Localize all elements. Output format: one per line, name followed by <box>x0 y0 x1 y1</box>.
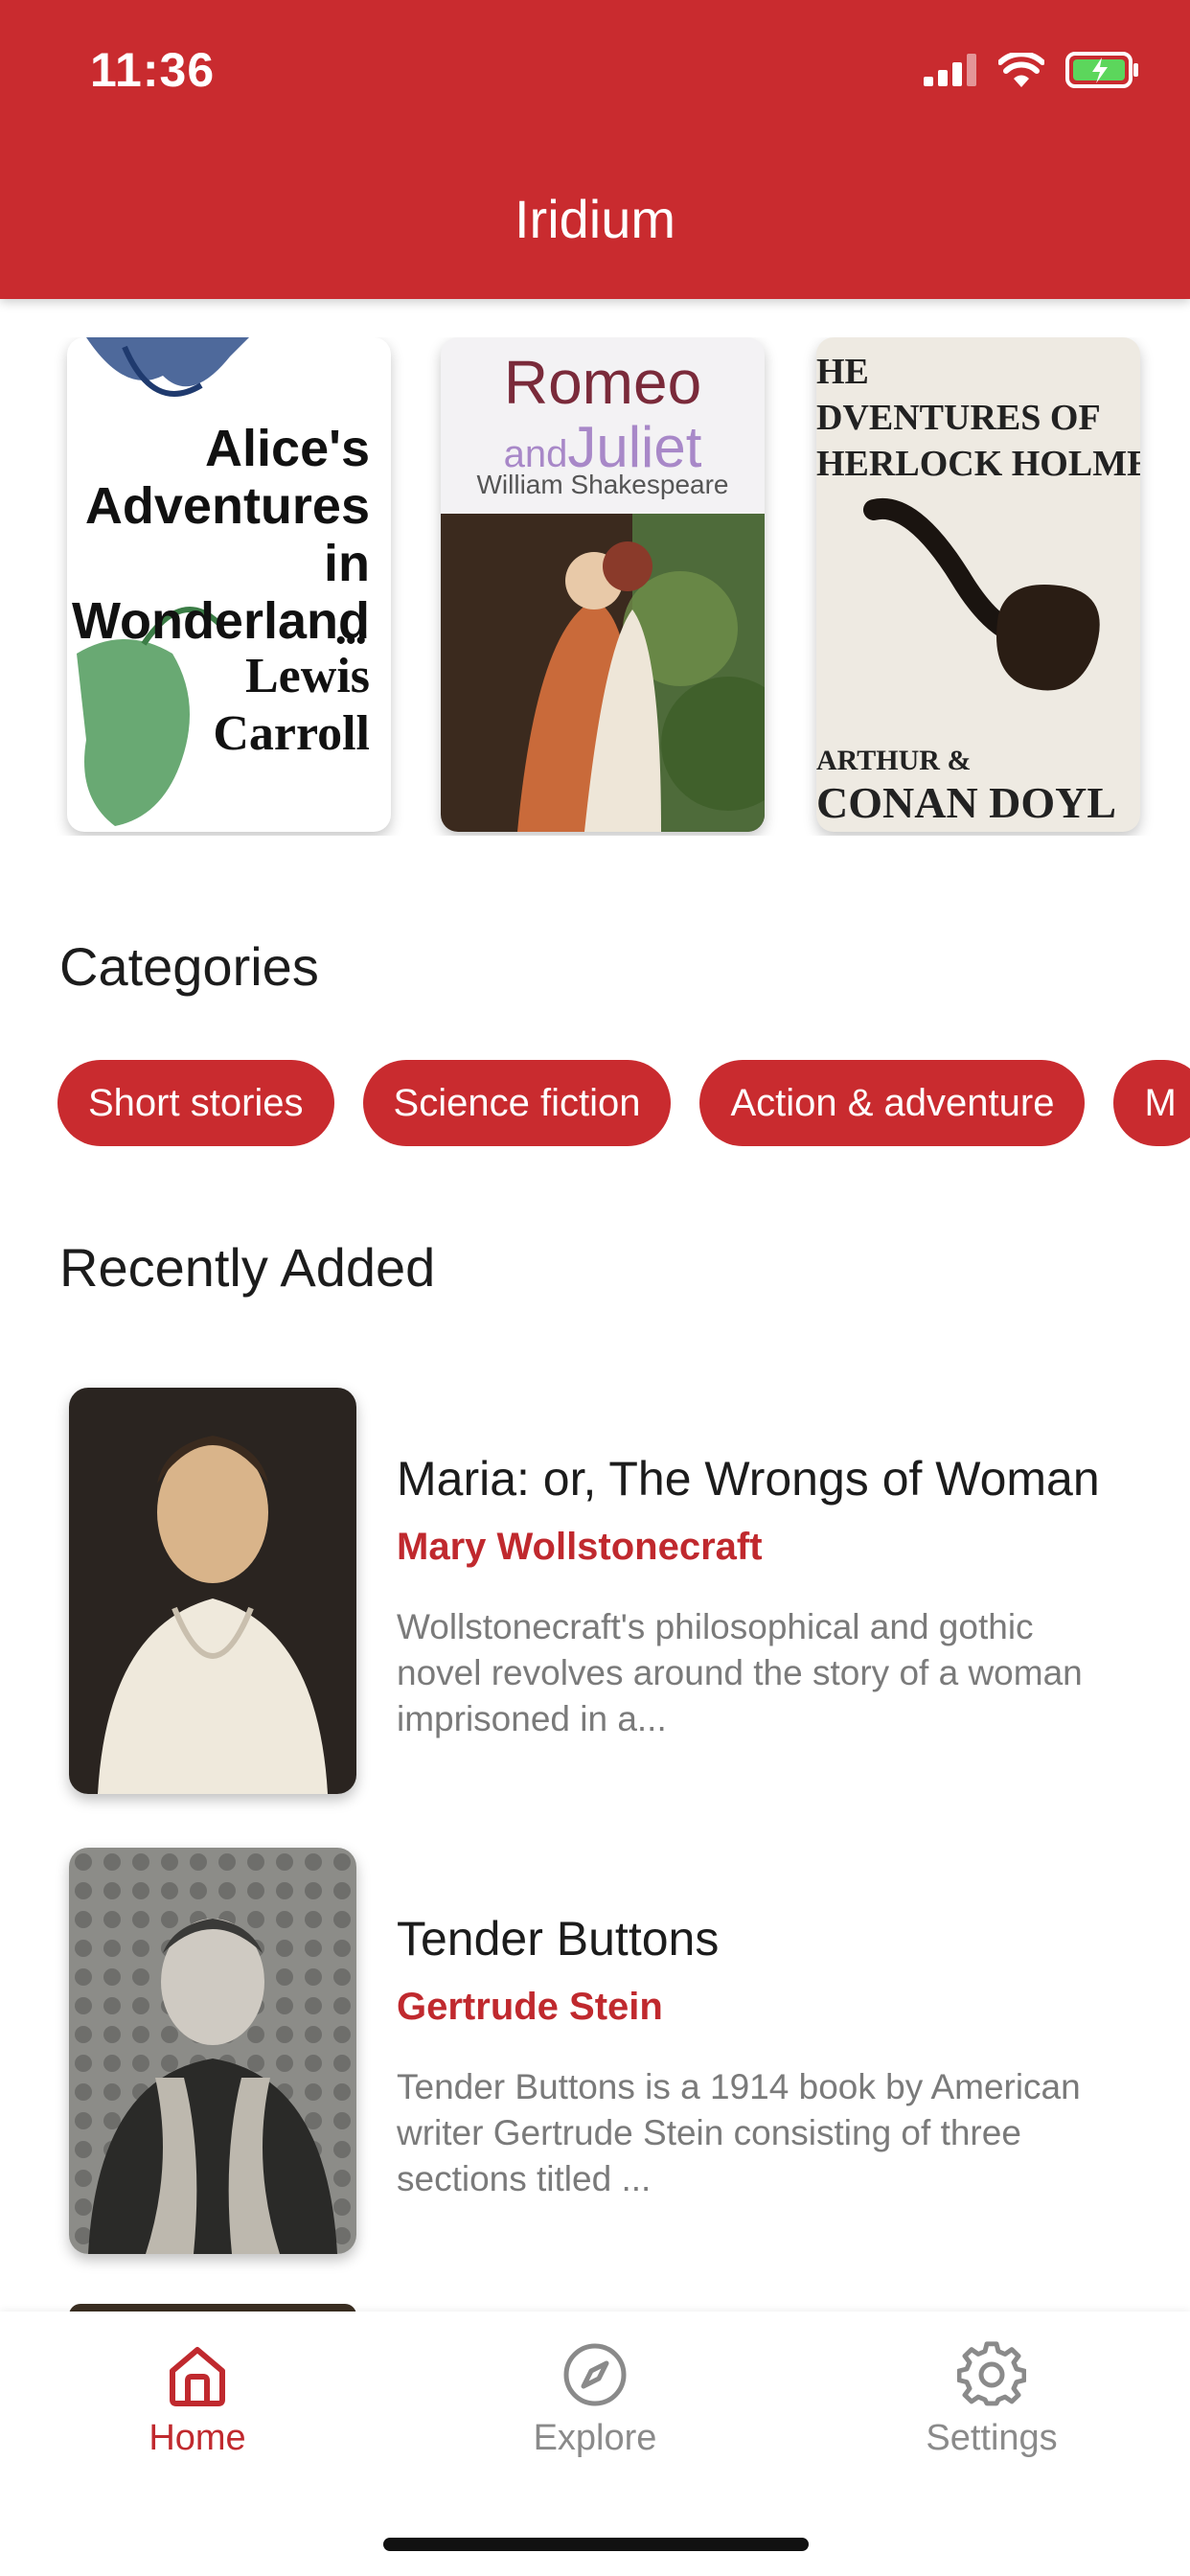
alice-cover-title: Alice's Adventures in Wonderland <box>67 420 370 650</box>
status-time: 11:36 <box>90 43 216 97</box>
category-chip-science-fiction[interactable]: Science fiction <box>362 1060 672 1146</box>
featured-books-carousel[interactable]: Alice's Adventures in Wonderland ••• Lew… <box>0 337 1190 836</box>
book-cover-romeo-juliet[interactable]: Romeo andJuliet William Shakespeare <box>441 337 765 832</box>
nav-home-label: Home <box>149 2418 246 2458</box>
nav-explore-label: Explore <box>533 2418 657 2458</box>
sherlock-author-line: ARTHUR & <box>816 745 972 776</box>
nav-explore[interactable]: Explore <box>451 2340 739 2459</box>
book-title[interactable]: Tender Buttons <box>397 1911 719 1966</box>
compass-icon <box>563 2343 627 2406</box>
bottom-navigation: Home Explore Settings <box>0 2312 1190 2576</box>
alice-cover-author: Lewis Carroll <box>213 648 370 763</box>
battery-charging-icon <box>1065 52 1138 88</box>
sherlock-title-line: DVENTURES OF <box>816 398 1101 438</box>
book-author: Gertrude Stein <box>397 1986 663 2028</box>
pipe-illustration <box>863 497 1100 691</box>
book-author: Mary Wollstonecraft <box>397 1526 763 1568</box>
alice-title-line: Adventures in <box>84 477 370 592</box>
book-thumbnail[interactable] <box>69 1388 356 1794</box>
portrait-image <box>69 1848 356 2254</box>
category-chip-more[interactable]: M <box>1113 1060 1190 1146</box>
nav-settings-label: Settings <box>926 2418 1058 2458</box>
book-description: Wollstonecraft's philosophical and gothi… <box>397 1607 1083 1738</box>
alice-author-line: Lewis <box>245 649 370 703</box>
list-item[interactable]: Tender Buttons Gertrude Stein Tender But… <box>0 1848 1190 2260</box>
book-title[interactable]: Maria: or, The Wrongs of Woman <box>397 1451 1100 1506</box>
sherlock-cover-title: HE DVENTURES OF HERLOCK HOLME <box>816 349 1140 487</box>
nav-home[interactable]: Home <box>54 2340 341 2459</box>
romeo-title: Romeo <box>503 348 702 417</box>
romeo-author: William Shakespeare <box>476 470 729 499</box>
list-item[interactable]: Maria: or, The Wrongs of Woman Mary Woll… <box>0 1388 1190 1800</box>
romeo-painting <box>441 514 765 832</box>
home-icon <box>170 2347 225 2406</box>
sherlock-author-line: CONAN DOYL <box>816 778 1117 827</box>
category-chip-action-adventure[interactable]: Action & adventure <box>699 1060 1086 1146</box>
book-cover-alice[interactable]: Alice's Adventures in Wonderland ••• Lew… <box>67 337 391 832</box>
app-header: 11:36 Iridium <box>0 0 1190 299</box>
alice-title-line: Wonderland <box>71 592 370 650</box>
book-description: Tender Buttons is a 1914 book by America… <box>397 2067 1081 2198</box>
alice-author-line: Carroll <box>213 706 370 761</box>
alice-title-line: Alice's <box>205 420 370 477</box>
categories-title: Categories <box>59 936 319 997</box>
status-icons <box>924 52 1140 88</box>
portrait-image <box>69 1388 356 1794</box>
home-indicator[interactable] <box>383 2538 809 2551</box>
wifi-icon <box>998 53 1044 87</box>
category-chips: Short stories Science fiction Action & a… <box>57 1060 1190 1146</box>
book-thumbnail[interactable] <box>69 1848 356 2254</box>
sherlock-cover-author: ARTHUR & CONAN DOYL <box>816 744 1116 828</box>
signal-icon <box>924 54 976 86</box>
app-title: Iridium <box>514 189 676 249</box>
nav-settings[interactable]: Settings <box>848 2340 1135 2459</box>
book-cover-sherlock[interactable]: HE DVENTURES OF HERLOCK HOLME ARTHUR & C… <box>816 337 1140 832</box>
recently-added-title: Recently Added <box>59 1237 436 1298</box>
category-chip-short-stories[interactable]: Short stories <box>57 1060 334 1146</box>
sherlock-title-line: HE <box>816 352 869 392</box>
gear-icon <box>956 2341 1027 2406</box>
